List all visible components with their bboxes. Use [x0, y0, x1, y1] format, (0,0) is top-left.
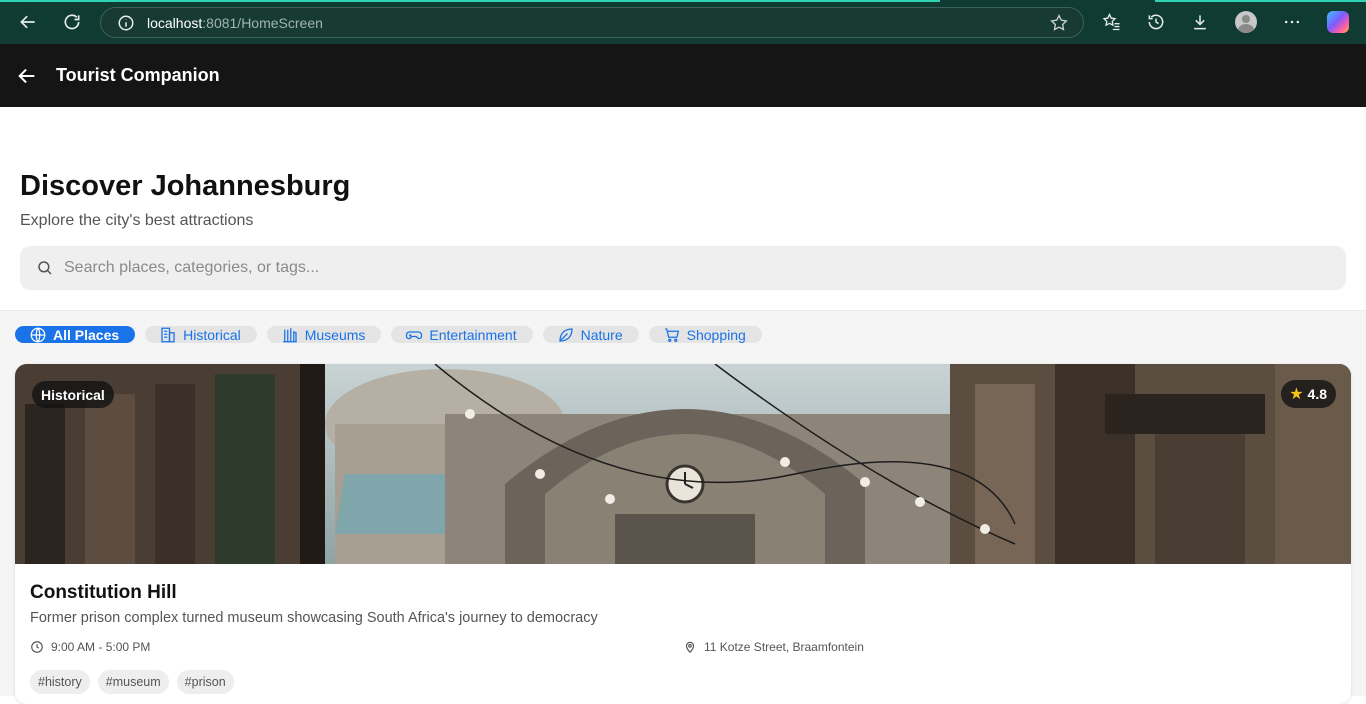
category-chip-label: Museums	[304, 326, 366, 343]
search-input[interactable]	[64, 246, 1334, 290]
place-name: Constitution Hill	[30, 582, 177, 603]
download-icon[interactable]	[1188, 10, 1212, 34]
rating-star-icon: ★	[1289, 386, 1304, 403]
category-chip-label: All Places	[53, 326, 120, 343]
back-arrow-icon[interactable]	[16, 65, 38, 87]
location-pin-icon	[685, 641, 695, 654]
page-load-progress	[0, 0, 940, 2]
place-address: 11 Kotze Street, Braamfontein	[683, 640, 864, 654]
tag-item[interactable]: #history	[30, 670, 90, 694]
category-chip-entertainment[interactable]: Entertainment	[391, 326, 533, 343]
search-box[interactable]	[20, 246, 1346, 290]
cart-icon	[664, 327, 679, 342]
tag-item[interactable]: #museum	[97, 670, 169, 694]
refresh-icon[interactable]	[60, 10, 84, 34]
clock-icon	[31, 641, 43, 653]
tag-item[interactable]: #prison	[176, 670, 234, 694]
favorites-icon[interactable]	[1100, 10, 1124, 34]
category-chip-historical[interactable]: Historical	[145, 326, 257, 343]
page-title: Discover Johannesburg	[20, 170, 351, 202]
building-icon	[161, 327, 175, 342]
address-bar[interactable]: localhost:8081/HomeScreen	[100, 7, 1084, 38]
place-description: Former prison complex turned museum show…	[30, 610, 598, 626]
app-title: Tourist Companion	[56, 65, 220, 85]
opening-hours-text: 9:00 AM - 5:00 PM	[51, 640, 151, 654]
library-icon	[282, 327, 297, 342]
category-chip-label: Shopping	[686, 326, 746, 343]
url-host: localhost	[147, 14, 203, 31]
profile-avatar[interactable]	[1235, 11, 1257, 33]
place-photo: Historical ★ 4.8	[15, 364, 1351, 564]
favorite-star-icon[interactable]	[1049, 13, 1069, 38]
search-icon	[36, 259, 54, 277]
site-info-icon[interactable]	[117, 14, 135, 32]
category-chip-shopping[interactable]: Shopping	[648, 326, 762, 343]
browser-toolbar: localhost:8081/HomeScreen	[0, 0, 1366, 44]
leaf-icon	[558, 327, 573, 342]
url-path: :8081/HomeScreen	[202, 14, 323, 31]
category-badge: Historical	[32, 381, 114, 408]
page-load-progress-tail	[1155, 0, 1366, 2]
place-address-text: 11 Kotze Street, Braamfontein	[704, 640, 864, 654]
copilot-icon[interactable]	[1327, 11, 1349, 33]
place-card[interactable]: Historical ★ 4.8 Constitution Hill Forme…	[15, 364, 1351, 704]
globe-icon	[30, 327, 46, 342]
browser-back-icon[interactable]	[16, 10, 40, 34]
page-subtitle: Explore the city's best attractions	[20, 212, 254, 229]
history-icon[interactable]	[1144, 10, 1168, 34]
rating-badge: ★ 4.8	[1281, 380, 1336, 408]
opening-hours: 9:00 AM - 5:00 PM	[30, 640, 150, 654]
category-chip-label: Entertainment	[429, 326, 517, 343]
tag-list: #history #museum #prison	[30, 670, 234, 694]
category-filter-bar: All Places Historical Museums Entertainm…	[15, 326, 762, 344]
category-chip-all-places[interactable]: All Places	[15, 326, 136, 343]
category-chip-label: Historical	[183, 326, 241, 343]
category-chip-nature[interactable]: Nature	[542, 326, 639, 343]
gamepad-icon	[406, 330, 423, 339]
rating-value: 4.8	[1307, 386, 1327, 402]
more-options-icon[interactable]	[1280, 10, 1304, 34]
category-chip-museums[interactable]: Museums	[266, 326, 382, 343]
category-chip-label: Nature	[580, 326, 623, 343]
app-header: Tourist Companion	[0, 44, 1366, 107]
